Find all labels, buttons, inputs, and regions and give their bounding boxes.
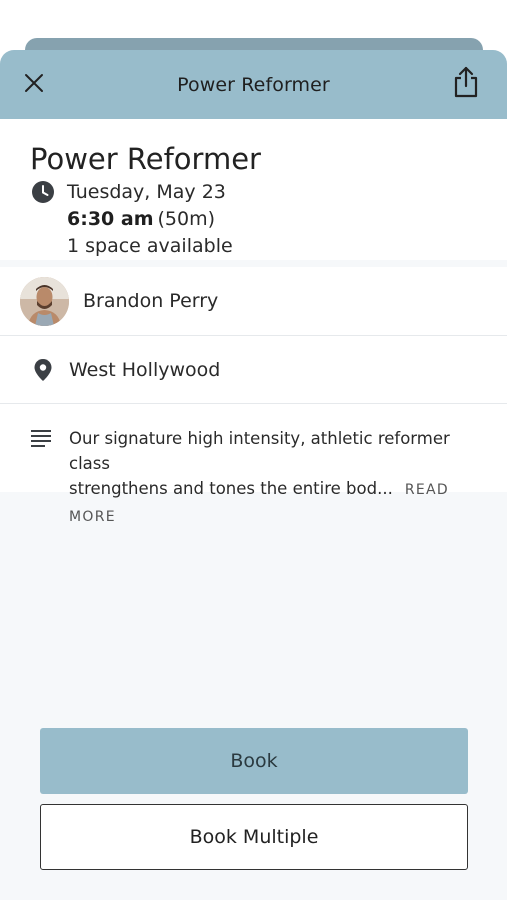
sheet-header: Power Reformer	[0, 50, 507, 119]
spaces-available: 1 space available	[67, 234, 233, 257]
book-multiple-button[interactable]: Book Multiple	[40, 804, 468, 870]
share-button[interactable]	[451, 66, 481, 102]
instructor-avatar	[20, 276, 69, 326]
book-button[interactable]: Book	[40, 728, 468, 794]
description-line-2-wrap: strengthens and tones the entire bod... R…	[69, 476, 487, 530]
location-pin-icon	[30, 357, 56, 383]
class-description: Our signature high intensity, athletic r…	[69, 426, 487, 530]
location-row[interactable]: West Hollywood	[0, 336, 507, 404]
class-date: Tuesday, May 23	[67, 181, 226, 203]
clock-icon	[30, 180, 55, 205]
location-name: West Hollywood	[69, 358, 221, 381]
menu-lines-icon	[30, 428, 54, 450]
time-row: 6:30 am (50m)	[67, 205, 477, 232]
share-icon	[453, 66, 479, 102]
description-line-2: strengthens and tones the entire bod...	[69, 479, 393, 498]
section-divider	[0, 260, 507, 267]
date-row: Tuesday, May 23	[30, 179, 477, 205]
class-detail-screen: Power Reformer Power Reformer Tuesday, M…	[0, 0, 507, 900]
class-time: 6:30 am	[67, 207, 154, 230]
class-detail-sheet: Power Reformer Power Reformer Tuesday, M…	[0, 50, 507, 900]
close-button[interactable]	[18, 69, 50, 101]
instructor-name: Brandon Perry	[83, 290, 219, 312]
detail-list: Brandon Perry West Hollywood Our signatu…	[0, 267, 507, 525]
class-title: Power Reformer	[30, 142, 261, 176]
header-title: Power Reformer	[177, 73, 330, 96]
description-row: Our signature high intensity, athletic r…	[0, 404, 507, 525]
class-duration: (50m)	[157, 207, 216, 230]
instructor-row[interactable]: Brandon Perry	[0, 267, 507, 336]
class-summary: Power Reformer Tuesday, May 23 6:30 am (…	[0, 119, 507, 260]
description-line-1: Our signature high intensity, athletic r…	[69, 429, 450, 473]
close-icon	[24, 73, 44, 97]
